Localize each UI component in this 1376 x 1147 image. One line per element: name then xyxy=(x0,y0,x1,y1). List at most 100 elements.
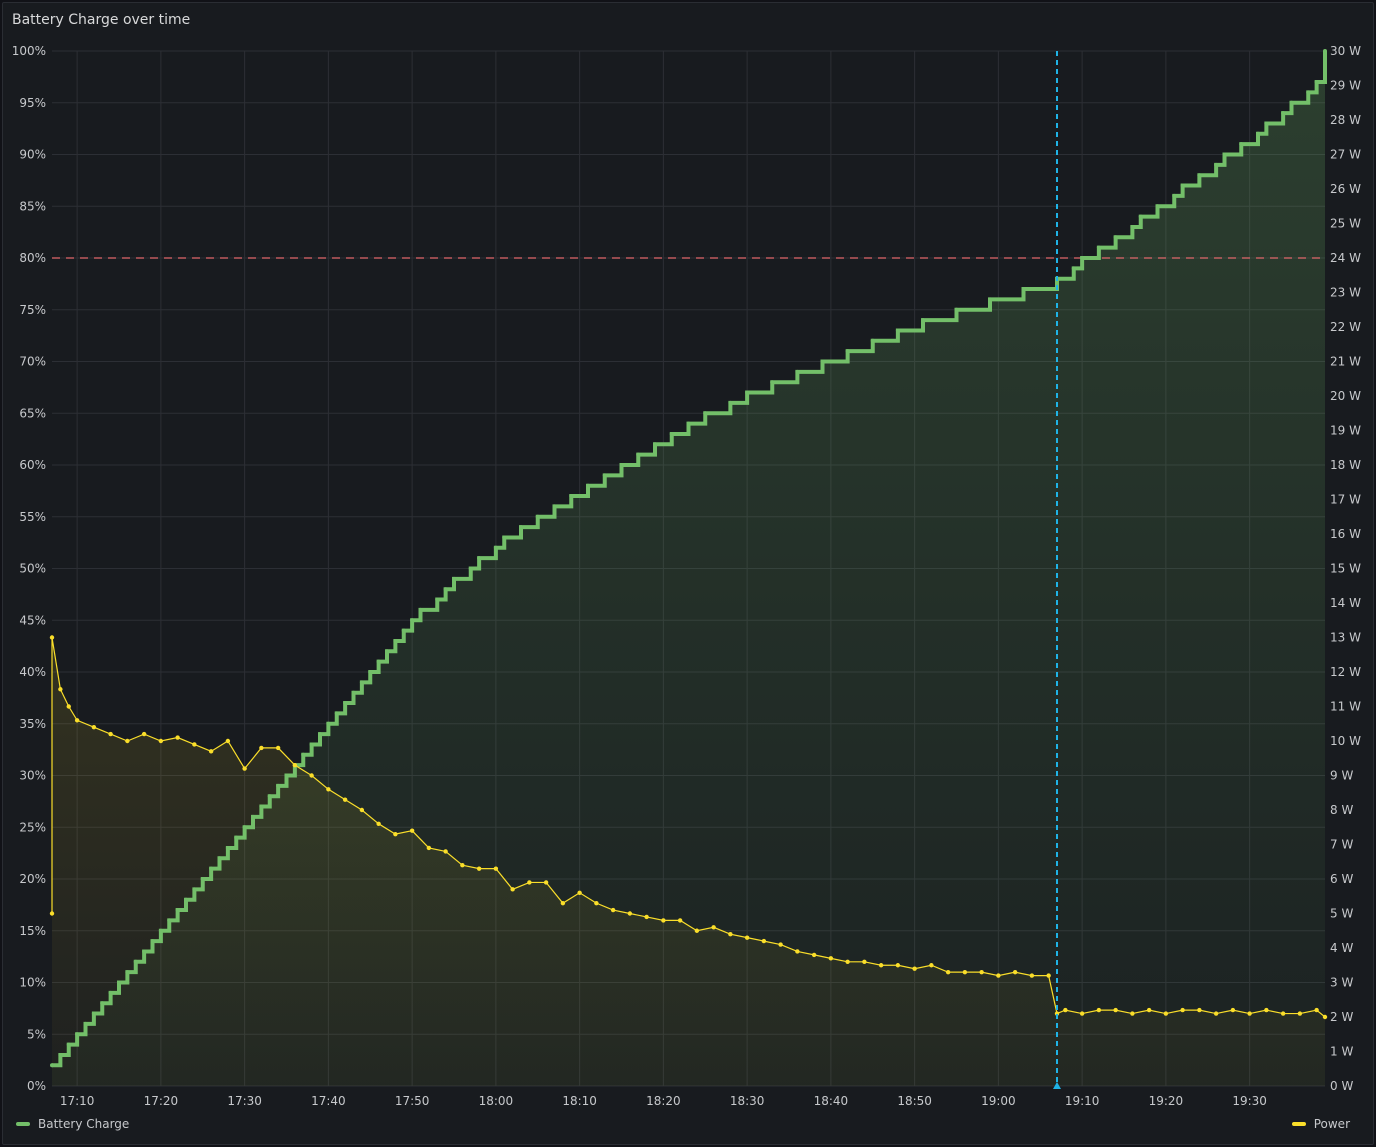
legend-swatch xyxy=(1291,1122,1306,1126)
data-point-battery xyxy=(988,297,992,302)
data-point-power xyxy=(58,687,63,692)
y-right-tick-label: 10 W xyxy=(1330,734,1361,748)
y-left-tick-label: 50% xyxy=(19,562,46,576)
y-right-tick-label: 22 W xyxy=(1330,320,1361,334)
data-point-power xyxy=(728,932,733,937)
data-point-power xyxy=(761,938,767,944)
data-point-power xyxy=(259,745,264,751)
y-right-tick-label: 8 W xyxy=(1330,803,1353,817)
legend-item-power[interactable]: Power xyxy=(1291,1117,1350,1131)
data-point-battery xyxy=(259,804,264,809)
data-point-battery xyxy=(376,659,381,664)
data-point-battery xyxy=(410,618,415,623)
y-right-tick-label: 2 W xyxy=(1330,1010,1353,1024)
y-left-tick-label: 70% xyxy=(19,355,46,369)
data-point-battery xyxy=(1323,59,1327,64)
data-point-battery xyxy=(477,556,482,561)
data-point-battery xyxy=(100,1001,105,1006)
x-tick-label: 18:10 xyxy=(562,1094,597,1108)
data-point-power xyxy=(610,907,616,913)
data-point-power xyxy=(543,880,549,885)
data-point-power xyxy=(1264,1007,1269,1013)
data-point-battery xyxy=(117,980,121,985)
data-point-power xyxy=(66,704,71,709)
x-tick-label: 18:50 xyxy=(897,1094,932,1108)
x-tick-label: 19:30 xyxy=(1232,1094,1267,1108)
chart[interactable]: 0% 5% 10% 15% 20% 25% 30% 35% 40% 45% 50% 55% 60% 65%… xyxy=(0,0,1376,1147)
data-point-power xyxy=(828,956,834,961)
data-point-battery xyxy=(1130,224,1135,229)
data-point-power xyxy=(1230,1007,1236,1013)
data-point-battery xyxy=(167,918,172,923)
data-point-battery xyxy=(217,856,222,861)
data-point-power xyxy=(1247,1011,1252,1016)
data-point-battery xyxy=(1214,162,1219,167)
x-tick-label: 17:10 xyxy=(60,1094,95,1108)
x-tick-label: 17:50 xyxy=(395,1094,430,1108)
data-point-power xyxy=(811,952,817,958)
data-point-battery xyxy=(770,380,775,385)
x-tick-label: 19:10 xyxy=(1065,1094,1100,1108)
data-point-battery xyxy=(468,566,473,571)
data-point-battery xyxy=(636,452,641,457)
data-point-battery xyxy=(1256,131,1260,136)
data-point-power xyxy=(979,969,984,975)
data-point-power xyxy=(1163,1011,1169,1016)
data-point-battery xyxy=(75,1032,80,1037)
data-point-battery xyxy=(50,1063,54,1068)
data-point-power xyxy=(912,966,917,971)
x-tick-label: 17:20 xyxy=(144,1094,179,1108)
data-point-power xyxy=(49,635,55,640)
y-left-tick-label: 95% xyxy=(19,96,46,110)
data-point-battery xyxy=(1239,142,1244,147)
data-point-battery xyxy=(343,701,348,706)
data-point-battery xyxy=(921,318,925,323)
data-point-battery xyxy=(1314,80,1319,85)
data-point-power xyxy=(1063,1007,1068,1013)
y-left-tick-label: 100% xyxy=(12,44,46,58)
data-point-power xyxy=(560,900,566,906)
data-point-power xyxy=(476,866,482,871)
data-point-battery xyxy=(184,897,188,902)
legend-label: Battery Charge xyxy=(38,1117,130,1131)
data-point-battery xyxy=(209,866,214,871)
data-point-power xyxy=(342,797,348,802)
y-right-tick-label: 19 W xyxy=(1330,424,1361,438)
data-point-battery xyxy=(669,431,674,436)
data-point-battery xyxy=(1281,111,1286,116)
y-left-tick-label: 25% xyxy=(19,820,46,834)
y-right-tick-label: 29 W xyxy=(1330,79,1361,93)
y-left-tick-label: 0% xyxy=(27,1079,46,1093)
data-point-power xyxy=(359,807,365,813)
data-point-battery xyxy=(1080,256,1085,260)
data-point-battery xyxy=(1172,193,1177,198)
data-point-power xyxy=(158,738,164,744)
y-left-tick-label: 55% xyxy=(19,510,46,524)
legend-item-battery[interactable]: Battery Charge xyxy=(16,1117,129,1131)
x-tick-label: 18:40 xyxy=(814,1094,849,1108)
data-point-power xyxy=(326,787,331,792)
data-point-power xyxy=(309,773,314,778)
data-point-battery xyxy=(91,1011,96,1016)
data-point-battery xyxy=(133,959,138,964)
y-right-tick-label: 0 W xyxy=(1330,1079,1353,1093)
data-point-battery xyxy=(1096,245,1101,250)
data-point-battery xyxy=(368,670,373,674)
y-right-tick-label: 18 W xyxy=(1330,458,1361,472)
y-right-tick-label: 9 W xyxy=(1330,769,1353,783)
data-point-power xyxy=(527,880,532,885)
data-point-battery xyxy=(1071,266,1076,271)
data-point-power xyxy=(1130,1011,1135,1016)
data-point-battery xyxy=(58,1052,63,1057)
data-point-power xyxy=(1322,1014,1328,1020)
data-point-power xyxy=(74,718,80,723)
data-point-battery xyxy=(309,742,314,747)
data-point-battery xyxy=(267,794,272,799)
data-point-power xyxy=(627,911,633,916)
y-left-tick-label: 60% xyxy=(19,458,46,472)
data-point-battery xyxy=(745,390,750,395)
data-point-battery xyxy=(418,607,423,612)
data-point-battery xyxy=(175,908,180,913)
data-point-battery xyxy=(519,525,523,530)
data-point-power xyxy=(962,969,968,975)
